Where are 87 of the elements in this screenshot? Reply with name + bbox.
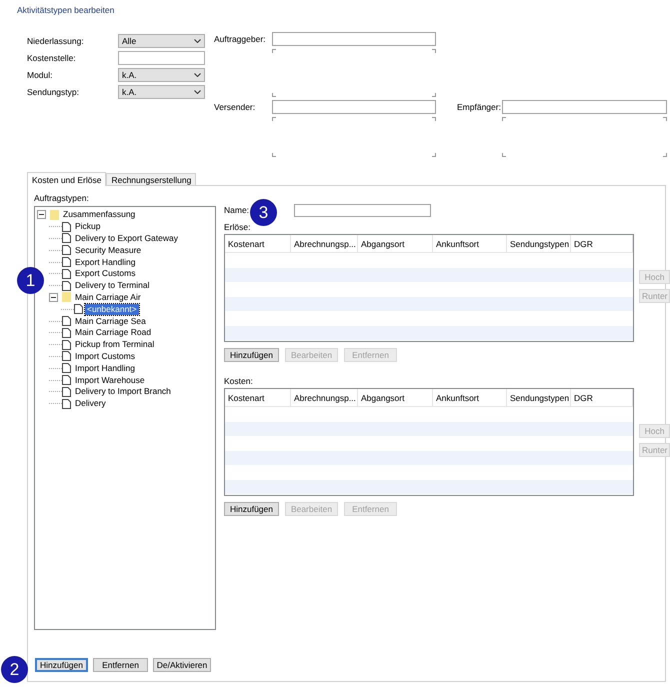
tree-item[interactable]: Import Customs: [73, 350, 137, 362]
chevron-down-icon: [194, 38, 201, 42]
dropdown[interactable]: Alle: [118, 34, 205, 48]
tree-item[interactable]: Export Customs: [73, 268, 138, 280]
document-icon: [62, 386, 71, 397]
table-row[interactable]: [225, 450, 633, 465]
field-label: Modul:: [27, 70, 54, 80]
field-label: Sendungstyp:: [27, 86, 80, 96]
document-icon: [62, 233, 71, 244]
column-header[interactable]: Ankunftsort: [433, 389, 507, 406]
document-icon: [62, 340, 71, 350]
field-label: Name:: [224, 205, 250, 215]
field-label: Niederlassung:: [27, 36, 85, 46]
tree-item[interactable]: Export Handling: [73, 256, 138, 268]
table-row[interactable]: [225, 422, 633, 436]
tree-item[interactable]: Delivery: [73, 398, 108, 410]
folder-icon: [50, 210, 59, 220]
column-header[interactable]: Abrechnungsp...: [291, 389, 358, 406]
column-header[interactable]: DGR: [571, 235, 633, 252]
chevron-down-icon: [194, 90, 201, 94]
folder-icon: [62, 292, 71, 302]
document-icon: [62, 375, 71, 386]
tree-item[interactable]: Delivery to Export Gateway: [73, 232, 180, 244]
tree-item[interactable]: Delivery to Terminal: [73, 280, 152, 292]
document-icon: [62, 398, 71, 409]
tree-item[interactable]: Main Carriage Road: [73, 327, 154, 338]
section-label: Auftragstypen:: [34, 193, 90, 203]
dropdown[interactable]: k.A.: [118, 84, 205, 98]
document-icon: [62, 363, 71, 374]
tree-item[interactable]: Pickup: [73, 221, 103, 232]
table-row[interactable]: [225, 296, 633, 311]
chevron-down-icon: [194, 72, 201, 76]
input-field[interactable]: [272, 32, 436, 46]
tree-item[interactable]: Main Carriage Sea: [73, 316, 148, 327]
window-title: Aktivitätstypen bearbeiten: [16, 4, 116, 17]
input-field[interactable]: [272, 100, 436, 114]
button[interactable]: Hinzufügen: [224, 502, 279, 516]
column-header[interactable]: Kostenart: [225, 235, 291, 252]
field-label: Versender:: [214, 102, 256, 112]
table-row[interactable]: [225, 326, 633, 340]
dropdown[interactable]: k.A.: [118, 68, 205, 82]
document-icon: [62, 257, 71, 268]
document-icon: [62, 268, 71, 279]
button[interactable]: De/Aktivieren: [153, 658, 211, 672]
callout-badge: 1: [17, 267, 44, 294]
callout-badge: 3: [250, 199, 277, 226]
tree-item[interactable]: Import Handling: [73, 362, 138, 374]
tab[interactable]: Rechnungserstellung: [106, 173, 196, 185]
document-icon: [62, 245, 71, 256]
document-icon: [62, 351, 71, 362]
column-header[interactable]: DGR: [571, 389, 633, 406]
document-icon: [62, 316, 71, 326]
document-icon: [62, 328, 71, 338]
document-icon: [62, 222, 71, 232]
column-header[interactable]: Kostenart: [225, 389, 291, 406]
document-icon: [62, 280, 71, 291]
collapse-icon[interactable]: [49, 292, 58, 302]
button[interactable]: Hinzufügen: [224, 348, 279, 362]
callout-badge: 2: [1, 656, 28, 683]
section-label: Erlöse:: [224, 222, 252, 233]
tree-item[interactable]: Pickup from Terminal: [73, 339, 156, 350]
tree-item[interactable]: <unbekannt>: [85, 304, 139, 315]
tree-item[interactable]: Import Warehouse: [73, 374, 147, 386]
section-label: Kosten:: [224, 376, 254, 387]
tree-item[interactable]: Main Carriage Air: [73, 292, 143, 303]
input-field[interactable]: [502, 100, 667, 114]
tree-item[interactable]: Zusammenfassung: [61, 209, 138, 220]
tree-item[interactable]: Security Measure: [73, 244, 144, 256]
button[interactable]: Hinzufügen: [35, 658, 88, 672]
column-header[interactable]: Sendungstypen: [507, 389, 571, 406]
input-field[interactable]: [118, 50, 205, 64]
field-label: Empfänger:: [457, 102, 502, 112]
column-header[interactable]: Ankunftsort: [433, 235, 507, 252]
column-header[interactable]: Sendungstypen: [507, 235, 571, 252]
tab[interactable]: Kosten und Erlöse: [27, 172, 106, 186]
button[interactable]: Entfernen: [93, 658, 148, 672]
field-label: Kostenstelle:: [27, 52, 77, 62]
input-field[interactable]: [294, 204, 432, 216]
table-row[interactable]: [225, 480, 633, 494]
column-header[interactable]: Abrechnungsp...: [291, 235, 358, 252]
tree-item[interactable]: Delivery to Import Branch: [73, 386, 173, 398]
document-icon: [74, 304, 83, 314]
column-header[interactable]: Abgangsort: [358, 235, 433, 252]
column-header[interactable]: Abgangsort: [358, 389, 433, 406]
field-label: Auftraggeber:: [214, 34, 267, 44]
table-row[interactable]: [225, 268, 633, 282]
collapse-icon[interactable]: [37, 210, 46, 220]
